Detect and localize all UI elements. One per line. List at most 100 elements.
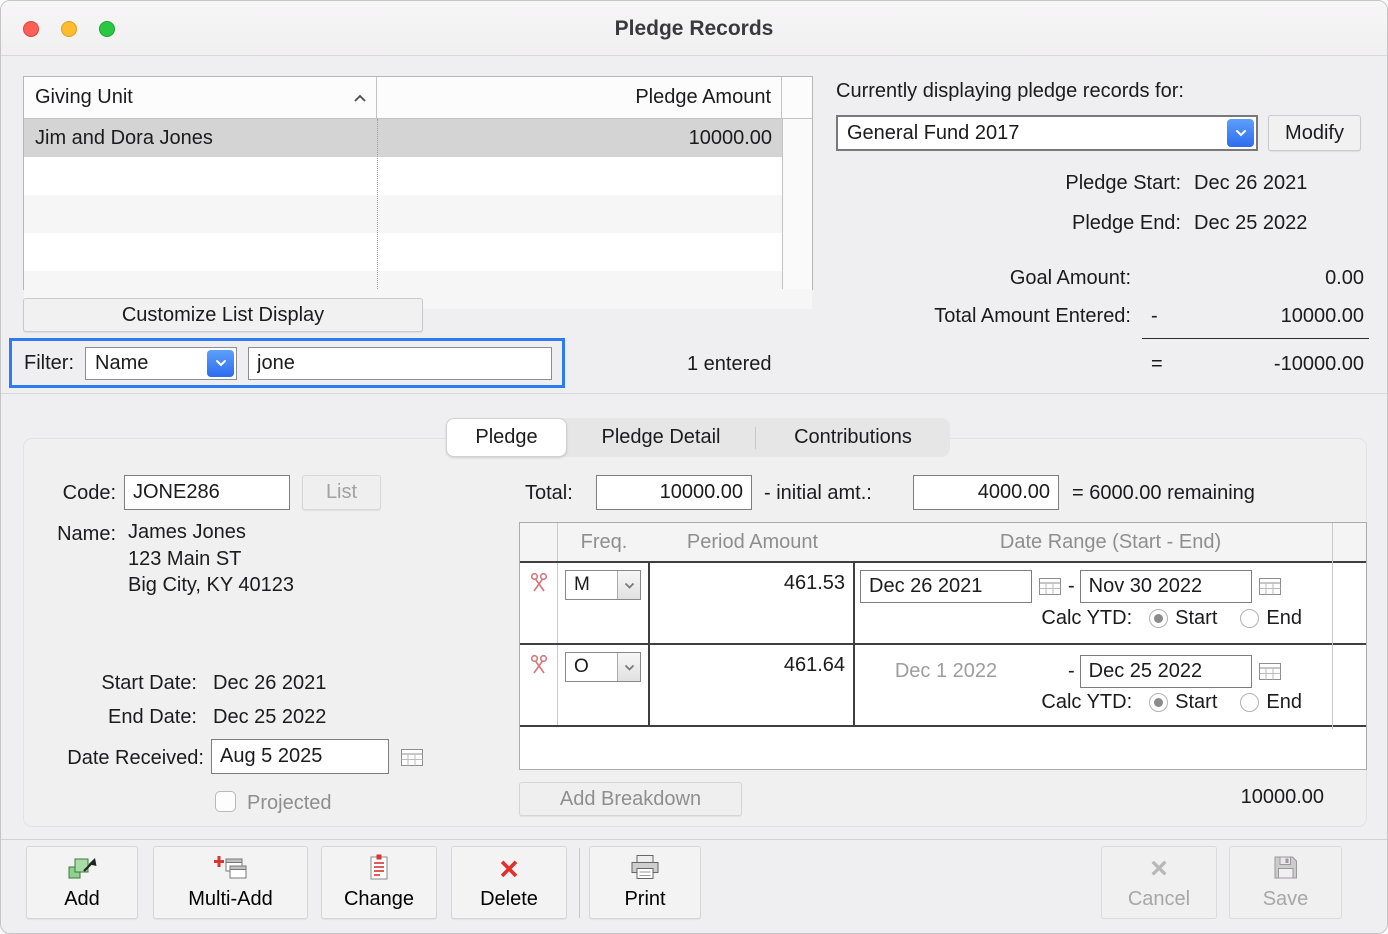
- giving-unit-column-header[interactable]: Giving Unit: [24, 77, 377, 118]
- calendar-picker-icon[interactable]: [1257, 577, 1283, 597]
- toolbar-separator: [579, 848, 580, 918]
- pledge-amount-column-header[interactable]: Pledge Amount: [377, 77, 781, 118]
- calc-ytd-end-radio[interactable]: [1240, 609, 1259, 628]
- fund-dropdown-value: General Fund 2017: [847, 122, 1019, 145]
- save-icon: [1272, 854, 1299, 884]
- modify-button[interactable]: Modify: [1268, 115, 1361, 151]
- giving-unit-row-selected[interactable]: Jim and Dora Jones 10000.00: [24, 119, 812, 157]
- list-button[interactable]: List: [302, 475, 381, 510]
- calendar-picker-icon[interactable]: [1037, 577, 1063, 597]
- range-dash: -: [1068, 575, 1075, 598]
- scissors-icon[interactable]: [530, 655, 548, 725]
- pledge-end-label: Pledge End:: [836, 212, 1181, 235]
- save-button[interactable]: Save: [1229, 846, 1342, 919]
- calc-ytd-start-label: Start: [1175, 691, 1217, 714]
- cancel-label: Cancel: [1128, 888, 1190, 910]
- filter-value-input[interactable]: [248, 347, 552, 380]
- date-received-input[interactable]: [211, 739, 389, 774]
- date-range-column-header: Date Range (Start - End): [855, 523, 1366, 561]
- freq-cell: O: [558, 645, 650, 725]
- empty-list-row: [24, 195, 812, 233]
- filter-label: Filter:: [24, 352, 74, 375]
- breakdown-row: O 461.64 Dec 1 2022 -: [520, 645, 1366, 727]
- calc-ytd-row: Calc YTD: Start End: [855, 691, 1366, 714]
- calc-ytd-end-radio[interactable]: [1240, 693, 1259, 712]
- range-start-input[interactable]: [860, 570, 1032, 603]
- calc-ytd-start-label: Start: [1175, 607, 1217, 630]
- change-icon: [367, 854, 391, 885]
- toolbar-divider: [1, 839, 1387, 840]
- row-delete-cell: [520, 645, 558, 725]
- change-label: Change: [344, 888, 414, 910]
- range-end-input[interactable]: [1080, 570, 1252, 603]
- projected-checkbox[interactable]: [215, 791, 236, 812]
- date-received-label: Date Received:: [29, 747, 204, 770]
- calc-ytd-start-radio[interactable]: [1149, 693, 1168, 712]
- add-button[interactable]: Add: [26, 846, 138, 919]
- freq-dropdown[interactable]: M: [565, 570, 641, 600]
- multi-add-button[interactable]: Multi-Add: [153, 846, 308, 919]
- total-input[interactable]: [596, 475, 752, 510]
- fund-heading: Currently displaying pledge records for:: [836, 80, 1184, 103]
- remaining-text: = 6000.00 remaining: [1072, 482, 1255, 505]
- total-label: Total:: [525, 482, 573, 505]
- filter-field-dropdown[interactable]: Name: [85, 347, 237, 380]
- save-label: Save: [1263, 888, 1309, 910]
- tab-pledge-detail[interactable]: Pledge Detail: [567, 418, 755, 457]
- empty-list-row: [24, 233, 812, 271]
- total-entered-value: 10000.00: [1204, 305, 1364, 328]
- calc-ytd-start-radio[interactable]: [1149, 609, 1168, 628]
- giving-unit-header-label: Giving Unit: [35, 86, 133, 109]
- date-range-cell: - Calc YTD: Start End: [855, 563, 1366, 643]
- giving-unit-name: Jim and Dora Jones: [24, 127, 377, 150]
- pledge-start-label: Pledge Start:: [836, 172, 1181, 195]
- freq-dropdown[interactable]: O: [565, 652, 641, 682]
- goal-amount-label: Goal Amount:: [836, 267, 1131, 290]
- window-title: Pledge Records: [1, 1, 1387, 56]
- period-amount-cell: 461.53: [650, 563, 855, 643]
- code-input[interactable]: [124, 475, 290, 510]
- list-scrollbar[interactable]: [782, 119, 812, 289]
- customize-list-display-button[interactable]: Customize List Display: [23, 298, 423, 332]
- giving-unit-list-panel: Giving Unit Pledge Amount Jim and Dora J…: [23, 76, 813, 290]
- fund-dropdown[interactable]: General Fund 2017: [836, 115, 1258, 151]
- range-start-static: Dec 1 2022: [860, 660, 1032, 683]
- scissors-icon[interactable]: [530, 573, 548, 643]
- freq-value: O: [574, 656, 589, 678]
- calendar-picker-icon[interactable]: [399, 747, 425, 767]
- range-dash: -: [1068, 660, 1075, 683]
- multi-add-icon: [214, 854, 248, 885]
- tab-pledge[interactable]: Pledge: [446, 418, 567, 457]
- print-button[interactable]: Print: [589, 846, 701, 919]
- cancel-x-icon: ×: [1150, 854, 1168, 884]
- balance-value: -10000.00: [1194, 353, 1364, 376]
- date-range-cell: Dec 1 2022 - Calc YTD: Start End: [855, 645, 1366, 725]
- header-scroll-corner: [781, 77, 812, 118]
- calc-ytd-end-label: End: [1266, 607, 1302, 630]
- start-date-value: Dec 26 2021: [213, 672, 326, 695]
- range-end-input[interactable]: [1080, 655, 1252, 688]
- column-divider: [377, 119, 378, 289]
- tab-contributions[interactable]: Contributions: [756, 418, 950, 457]
- change-button[interactable]: Change: [321, 846, 437, 919]
- print-icon: [629, 854, 661, 884]
- code-label: Code:: [41, 482, 116, 505]
- projected-label: Projected: [247, 792, 332, 815]
- giving-unit-amount: 10000.00: [377, 127, 782, 150]
- initial-amount-input[interactable]: [913, 475, 1059, 510]
- name-address-block: James Jones 123 Main ST Big City, KY 401…: [128, 519, 294, 599]
- pledge-amount-header-label: Pledge Amount: [635, 86, 771, 109]
- delete-label: Delete: [480, 888, 538, 910]
- breakdown-table: Freq. Period Amount Date Range (Start - …: [519, 522, 1367, 770]
- minus-sign: -: [1151, 305, 1158, 328]
- filter-group: Filter: Name: [9, 338, 565, 388]
- cancel-button[interactable]: × Cancel: [1101, 846, 1217, 919]
- breakdown-total: 10000.00: [1121, 786, 1324, 809]
- multi-add-label: Multi-Add: [188, 888, 272, 910]
- pledge-end-value: Dec 25 2022: [1194, 212, 1307, 235]
- delete-button[interactable]: × Delete: [451, 846, 567, 919]
- add-breakdown-button[interactable]: Add Breakdown: [519, 782, 742, 816]
- calendar-picker-icon[interactable]: [1257, 662, 1283, 682]
- sort-ascending-icon: [352, 93, 368, 103]
- table-right-divider: [1332, 523, 1333, 729]
